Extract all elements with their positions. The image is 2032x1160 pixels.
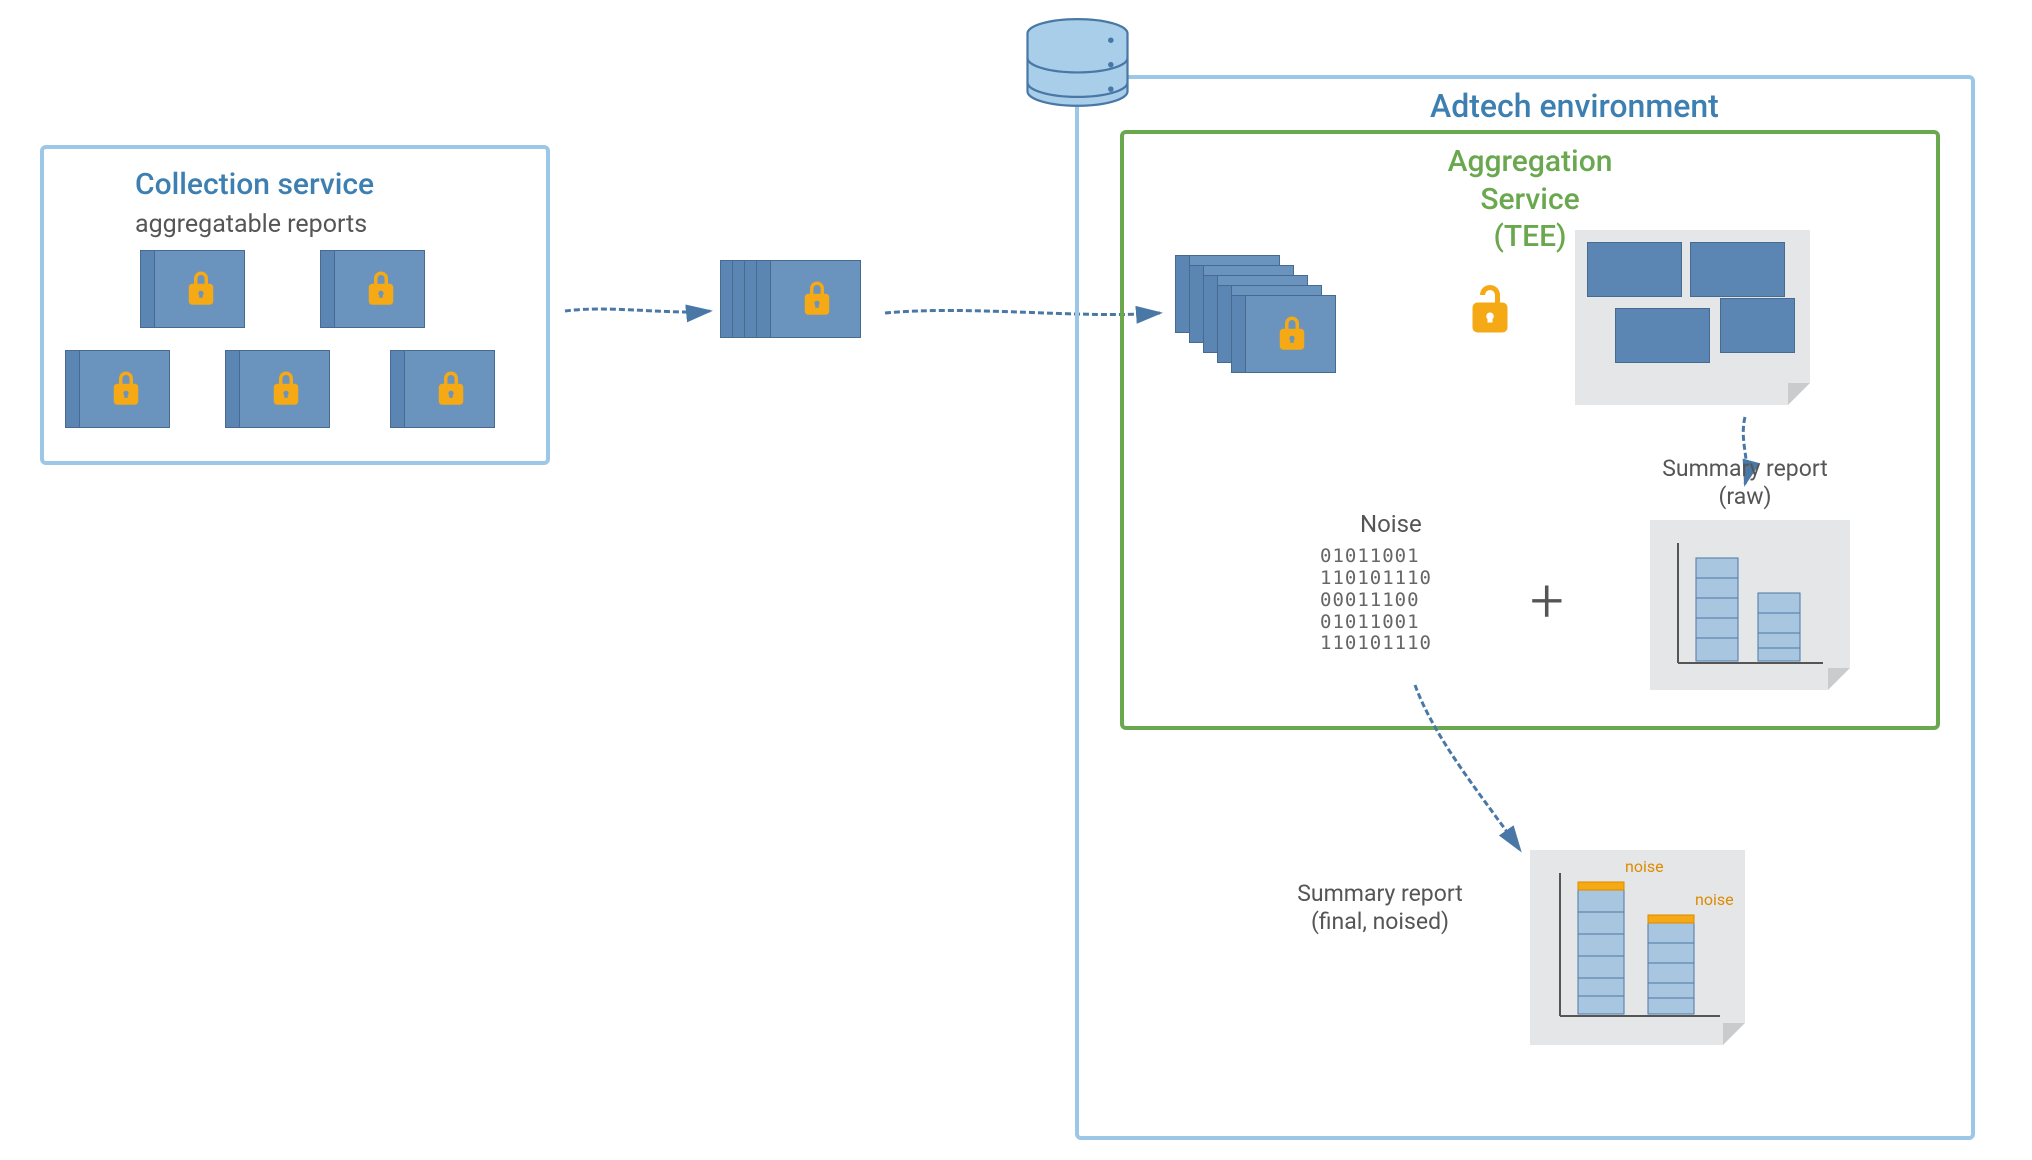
noise-title: Noise <box>1360 510 1422 538</box>
summary-final-chart <box>1530 850 1745 1045</box>
lock-icon <box>1271 313 1313 359</box>
arrow-icon <box>1405 680 1535 860</box>
lock-icon <box>796 278 838 324</box>
folder-stack <box>1175 255 1375 385</box>
locked-folder <box>390 350 495 428</box>
lock-icon <box>105 368 147 414</box>
unlock-icon <box>1460 280 1520 344</box>
locked-folder <box>320 250 425 328</box>
plus-icon: + <box>1530 565 1564 636</box>
adtech-title: Adtech environment <box>1430 87 1719 125</box>
folder-stack <box>720 260 890 380</box>
chart-icon <box>1668 538 1833 673</box>
lock-icon <box>180 268 222 314</box>
diagram-root: { "titles": { "collection": "Collection … <box>0 0 2032 1160</box>
aggregatable-reports-label: aggregatable reports <box>135 210 367 239</box>
lock-icon <box>360 268 402 314</box>
collection-service-title: Collection service <box>135 167 374 202</box>
noise-bits: 0101100111010111000011100010110011101011… <box>1320 546 1432 655</box>
database-icon <box>1020 18 1135 118</box>
summary-raw-chart <box>1650 520 1850 690</box>
summary-final-label: Summary report(final, noised) <box>1265 880 1495 935</box>
lock-icon <box>265 368 307 414</box>
noise-tag: noise <box>1625 857 1664 876</box>
locked-folder <box>225 350 330 428</box>
noise-tag: noise <box>1695 890 1734 909</box>
data-blocks-doc <box>1575 230 1810 405</box>
lock-icon <box>430 368 472 414</box>
arrow-icon <box>560 293 720 329</box>
summary-raw-label: Summary report(raw) <box>1635 455 1855 510</box>
locked-folder <box>65 350 170 428</box>
locked-folder <box>140 250 245 328</box>
